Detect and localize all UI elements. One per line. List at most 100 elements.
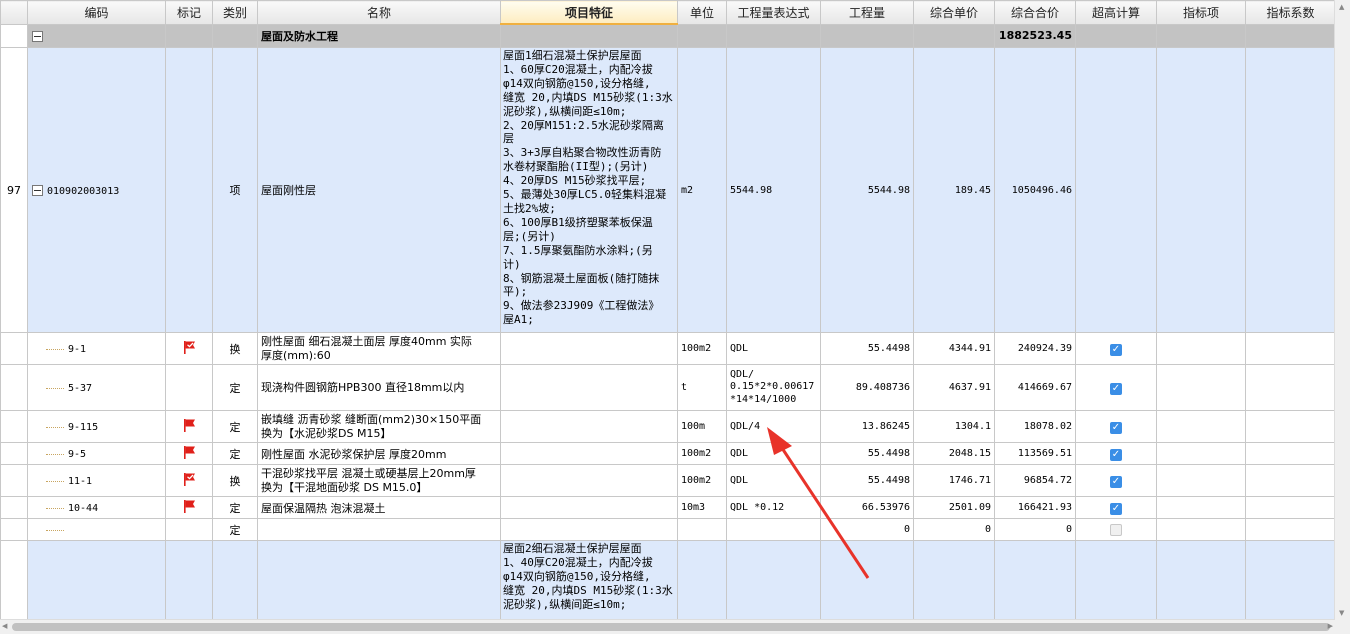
sub-item-qty: 55.4498: [820, 464, 914, 497]
sub-item-code: 5-37: [68, 383, 93, 394]
col-header-code[interactable]: 编码: [27, 0, 166, 25]
col-header-name[interactable]: 名称: [257, 0, 501, 25]
boq-grid: 编码 标记 类别 名称 项目特征 单位 工程量表达式 工程量 综合单价 综合合价…: [0, 0, 1335, 620]
item-row[interactable]: 97 010902003013 项 屋面刚性层 屋面1细石混凝土保护层屋面 1、…: [0, 47, 1335, 333]
col-header-index[interactable]: 指标项: [1156, 0, 1246, 25]
sub-item-row[interactable]: 9-1 换 刚性屋面 细石混凝土面层 厚度40mm 实际 厚度(mm):60 1…: [0, 332, 1335, 365]
sub-item-type: 定: [212, 518, 258, 541]
sub-item-unit-price: 0: [913, 518, 995, 541]
scroll-left-icon[interactable]: ◀: [2, 622, 7, 630]
group-row[interactable]: 屋面及防水工程 1882523.45: [0, 23, 1335, 48]
collapse-toggle-icon[interactable]: [32, 30, 43, 42]
col-header-total[interactable]: 综合合价: [994, 0, 1076, 25]
sub-item-type: 定: [212, 442, 258, 465]
sub-item-row[interactable]: 11-1 换 干混砂浆找平层 混凝土或硬基层上20mm厚 换为【干混地面砂浆 D…: [0, 464, 1335, 497]
sub-item-unit-price: 2501.09: [913, 496, 995, 519]
sub-item-unit-price: 1746.71: [913, 464, 995, 497]
item-type: 项: [212, 47, 258, 333]
sub-item-unit[interactable]: [677, 518, 727, 541]
sub-item-unit[interactable]: 100m2: [677, 442, 727, 465]
item-code: 010902003013: [47, 185, 120, 197]
horizontal-scroll-thumb[interactable]: [12, 623, 1330, 631]
overheight-checkbox[interactable]: ✓: [1110, 448, 1122, 461]
sub-item-name[interactable]: 屋面保温隔热 泡沫混凝土: [257, 496, 501, 519]
sub-item-type: 定: [212, 496, 258, 519]
overheight-checkbox[interactable]: ✓: [1110, 475, 1122, 488]
item-total: 1050496.46: [994, 47, 1076, 333]
overheight-checkbox[interactable]: ✓: [1110, 421, 1122, 434]
overheight-checkbox[interactable]: ✓: [1110, 502, 1122, 515]
sub-item-row[interactable]: 10-44 定 屋面保温隔热 泡沫混凝土 10m3 QDL *0.12 66.5…: [0, 496, 1335, 519]
sub-item-expr[interactable]: QDL: [726, 442, 821, 465]
sub-item-expr[interactable]: QDL: [726, 332, 821, 365]
sub-item-expr[interactable]: QDL/ 0.15*2*0.00617 *14*14/1000: [726, 364, 821, 411]
sub-item-row[interactable]: 定 0 0 0 ✓: [0, 518, 1335, 541]
scroll-right-icon[interactable]: ▶: [1328, 622, 1333, 630]
item-name[interactable]: 屋面刚性层: [257, 47, 501, 333]
sub-item-total: 414669.67: [994, 364, 1076, 411]
item-expr[interactable]: 5544.98: [726, 47, 821, 333]
sub-item-name[interactable]: 刚性屋面 细石混凝土面层 厚度40mm 实际 厚度(mm):60: [257, 332, 501, 365]
sub-item-code: 11-1: [68, 476, 93, 487]
overheight-checkbox[interactable]: ✓: [1110, 343, 1122, 356]
sub-item-unit[interactable]: t: [677, 364, 727, 411]
sub-item-name[interactable]: [257, 518, 501, 541]
sub-item-expr[interactable]: QDL: [726, 464, 821, 497]
item-features[interactable]: 屋面2细石混凝土保护层屋面 1、40厚C20混凝土，内配冷拔 φ14双向钢筋@1…: [500, 540, 678, 620]
sub-item-code: 9-5: [68, 449, 87, 460]
item-row[interactable]: 屋面2细石混凝土保护层屋面 1、40厚C20混凝土，内配冷拔 φ14双向钢筋@1…: [0, 540, 1335, 620]
sub-item-unit[interactable]: 10m3: [677, 496, 727, 519]
scroll-down-icon[interactable]: ▼: [1339, 609, 1344, 617]
group-name: 屋面及防水工程: [257, 23, 501, 48]
red-flag-icon: [184, 446, 195, 459]
scroll-up-icon[interactable]: ▲: [1339, 3, 1344, 11]
sub-item-name[interactable]: 嵌填缝 沥青砂浆 缝断面(mm2)30×150平面 换为【水泥砂浆DS M15】: [257, 410, 501, 443]
item-features[interactable]: 屋面1细石混凝土保护层屋面 1、60厚C20混凝土，内配冷拔 φ14双向钢筋@1…: [500, 47, 678, 333]
sub-item-total: 96854.72: [994, 464, 1076, 497]
sub-item-row[interactable]: 5-37 定 现浇构件圆钢筋HPB300 直径18mm以内 t QDL/ 0.1…: [0, 364, 1335, 411]
collapse-toggle-icon[interactable]: [32, 185, 43, 196]
sub-item-expr[interactable]: [726, 518, 821, 541]
overheight-checkbox[interactable]: ✓: [1110, 382, 1122, 395]
sub-item-unit[interactable]: 100m2: [677, 332, 727, 365]
sub-item-name[interactable]: 现浇构件圆钢筋HPB300 直径18mm以内: [257, 364, 501, 411]
sub-item-unit-price: 2048.15: [913, 442, 995, 465]
sub-item-row[interactable]: 9-115 定 嵌填缝 沥青砂浆 缝断面(mm2)30×150平面 换为【水泥砂…: [0, 410, 1335, 443]
sub-item-type: 换: [212, 332, 258, 365]
col-header-type[interactable]: 类别: [212, 0, 258, 25]
item-mark[interactable]: [165, 47, 213, 333]
red-flag-icon: [184, 500, 195, 513]
sub-item-code: 10-44: [68, 503, 99, 514]
sub-item-unit[interactable]: 100m: [677, 410, 727, 443]
horizontal-scrollbar[interactable]: ◀ ▶: [0, 619, 1335, 634]
col-header-mark[interactable]: 标记: [165, 0, 213, 25]
sub-item-total: 240924.39: [994, 332, 1076, 365]
scroll-corner: [1335, 620, 1350, 634]
red-flag-icon: [184, 419, 195, 432]
sub-item-qty: 55.4498: [820, 332, 914, 365]
col-header-expr[interactable]: 工程量表达式: [726, 0, 821, 25]
check-flag-icon: [184, 473, 195, 486]
sub-item-unit-price: 4637.91: [913, 364, 995, 411]
sub-item-total: 18078.02: [994, 410, 1076, 443]
col-header-overheight[interactable]: 超高计算: [1075, 0, 1157, 25]
sub-item-expr[interactable]: QDL/4: [726, 410, 821, 443]
sub-item-expr[interactable]: QDL *0.12: [726, 496, 821, 519]
col-header-unit-price[interactable]: 综合单价: [913, 0, 995, 25]
sub-item-unit[interactable]: 100m2: [677, 464, 727, 497]
sub-item-row[interactable]: 9-5 定 刚性屋面 水泥砂浆保护层 厚度20mm 100m2 QDL 55.4…: [0, 442, 1335, 465]
sub-item-type: 定: [212, 410, 258, 443]
col-header-index-coef[interactable]: 指标系数: [1245, 0, 1335, 25]
col-header-unit[interactable]: 单位: [677, 0, 727, 25]
overheight-checkbox[interactable]: ✓: [1110, 524, 1122, 536]
sub-item-qty: 13.86245: [820, 410, 914, 443]
item-unit[interactable]: m2: [677, 47, 727, 333]
vertical-scrollbar[interactable]: ▲ ▼: [1334, 0, 1350, 620]
sub-item-code: 9-1: [68, 344, 87, 355]
col-header-qty[interactable]: 工程量: [820, 0, 914, 25]
sub-item-type: 换: [212, 464, 258, 497]
col-header-rownum[interactable]: [0, 0, 28, 25]
col-header-features[interactable]: 项目特征: [500, 0, 678, 25]
sub-item-name[interactable]: 干混砂浆找平层 混凝土或硬基层上20mm厚 换为【干混地面砂浆 DS M15.0…: [257, 464, 501, 497]
sub-item-name[interactable]: 刚性屋面 水泥砂浆保护层 厚度20mm: [257, 442, 501, 465]
